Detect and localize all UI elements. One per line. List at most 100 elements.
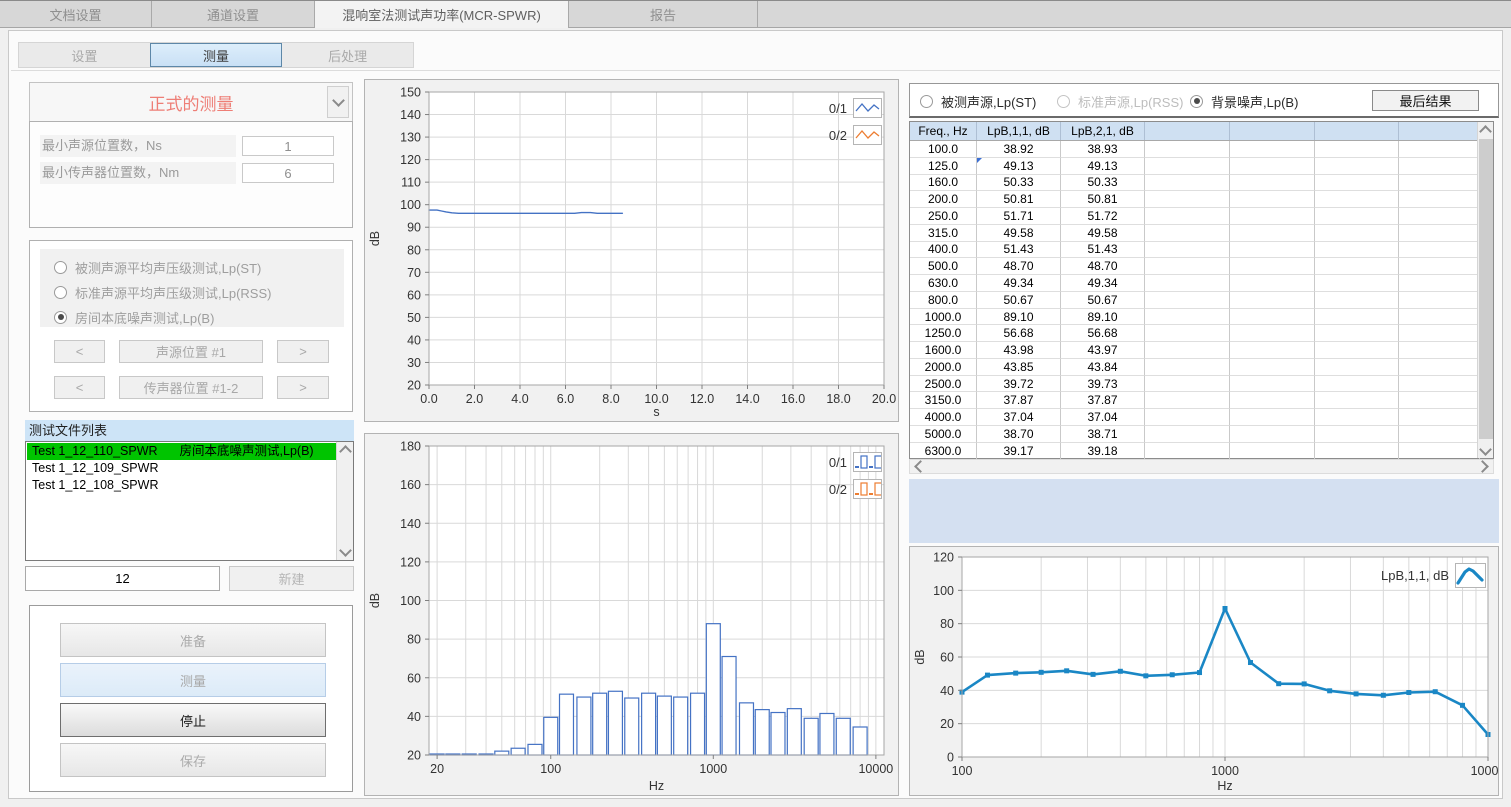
table-cell[interactable]: 39.17 — [977, 443, 1061, 460]
table-cell[interactable]: 49.58 — [1061, 225, 1145, 242]
table-cell[interactable]: 49.34 — [1061, 275, 1145, 292]
table-cell[interactable]: 43.97 — [1061, 342, 1145, 359]
table-cell[interactable] — [1315, 443, 1399, 460]
table-cell[interactable]: 1600.0 — [910, 342, 977, 359]
table-cell[interactable] — [1230, 376, 1315, 393]
table-cell[interactable] — [1315, 325, 1399, 342]
table-cell[interactable]: 48.70 — [1061, 258, 1145, 275]
nm-field-value[interactable]: 6 — [242, 163, 334, 183]
table-vscrollbar[interactable] — [1477, 122, 1493, 458]
table-cell[interactable] — [1230, 359, 1315, 376]
table-cell[interactable] — [1315, 409, 1399, 426]
table-cell[interactable] — [1230, 191, 1315, 208]
table-cell[interactable]: 37.04 — [1061, 409, 1145, 426]
table-cell[interactable] — [1315, 158, 1399, 175]
final-result-button[interactable]: 最后结果 — [1372, 90, 1479, 111]
table-cell[interactable] — [1315, 426, 1399, 443]
radio-selected-icon[interactable] — [1190, 95, 1203, 108]
table-cell[interactable] — [1315, 242, 1399, 259]
table-cell[interactable] — [1399, 141, 1480, 158]
table-cell[interactable]: 89.10 — [977, 309, 1061, 326]
tab-document-settings[interactable]: 文档设置 — [0, 1, 152, 27]
subtab-measure[interactable]: 测量 — [150, 43, 283, 67]
file-list-item[interactable]: Test 1_12_108_SPWR — [27, 477, 336, 494]
scroll-up-icon[interactable] — [337, 442, 353, 458]
result-radio-lp-st[interactable]: 被测声源,Lp(ST) — [920, 94, 1036, 108]
table-cell[interactable]: 38.70 — [977, 426, 1061, 443]
table-cell[interactable]: 56.68 — [977, 325, 1061, 342]
table-cell[interactable] — [1399, 409, 1480, 426]
table-cell[interactable]: 400.0 — [910, 242, 977, 259]
table-cell[interactable] — [1230, 258, 1315, 275]
scroll-down-icon[interactable] — [1478, 443, 1493, 458]
subtab-settings[interactable]: 设置 — [19, 43, 150, 67]
table-cell[interactable]: 51.43 — [1061, 242, 1145, 259]
table-cell[interactable]: 39.72 — [977, 376, 1061, 393]
table-cell[interactable] — [1315, 359, 1399, 376]
table-cell[interactable] — [1145, 258, 1230, 275]
table-cell[interactable] — [1145, 426, 1230, 443]
table-cell[interactable] — [1230, 158, 1315, 175]
table-cell[interactable]: 49.34 — [977, 275, 1061, 292]
table-cell[interactable] — [1230, 392, 1315, 409]
table-cell[interactable] — [1230, 325, 1315, 342]
table-hscrollbar[interactable] — [909, 459, 1494, 474]
result-radio-lp-b[interactable]: 背景噪声,Lp(B) — [1190, 94, 1298, 108]
table-cell[interactable] — [1145, 158, 1230, 175]
table-cell[interactable] — [1145, 208, 1230, 225]
table-cell[interactable] — [1315, 309, 1399, 326]
table-cell[interactable] — [1230, 141, 1315, 158]
table-cell[interactable] — [1230, 309, 1315, 326]
table-cell[interactable]: 38.93 — [1061, 141, 1145, 158]
radio-icon[interactable] — [920, 95, 933, 108]
table-cell[interactable] — [1315, 175, 1399, 192]
table-cell[interactable] — [1399, 376, 1480, 393]
table-cell[interactable]: 50.33 — [1061, 175, 1145, 192]
table-cell[interactable]: 2000.0 — [910, 359, 977, 376]
table-cell[interactable] — [1399, 342, 1480, 359]
table-cell[interactable] — [1145, 275, 1230, 292]
table-cell[interactable]: 51.72 — [1061, 208, 1145, 225]
table-cell[interactable] — [1145, 342, 1230, 359]
table-cell[interactable] — [1145, 325, 1230, 342]
table-cell[interactable] — [1145, 242, 1230, 259]
scroll-up-icon[interactable] — [1478, 122, 1493, 137]
subtab-postprocess[interactable]: 后处理 — [282, 43, 413, 67]
table-cell[interactable] — [1315, 258, 1399, 275]
measurement-mode-dropdown[interactable]: 正式的测量 — [29, 82, 353, 122]
table-cell[interactable] — [1399, 225, 1480, 242]
file-list-scrollbar[interactable] — [336, 442, 353, 560]
table-cell[interactable] — [1230, 275, 1315, 292]
table-cell[interactable]: 56.68 — [1061, 325, 1145, 342]
table-cell[interactable] — [1399, 359, 1480, 376]
table-cell[interactable]: 39.73 — [1061, 376, 1145, 393]
table-cell[interactable] — [1230, 242, 1315, 259]
result-table[interactable]: Freq., HzLpB,1,1, dBLpB,2,1, dB100.038.9… — [909, 121, 1494, 459]
table-cell[interactable] — [1315, 392, 1399, 409]
table-cell[interactable]: 2500.0 — [910, 376, 977, 393]
ns-field-value[interactable]: 1 — [242, 136, 334, 156]
file-list-item[interactable]: Test 1_12_110_SPWR房间本底噪声测试,Lp(B) — [27, 443, 336, 460]
table-cell[interactable] — [1145, 376, 1230, 393]
table-cell[interactable] — [1399, 292, 1480, 309]
table-cell[interactable]: 43.84 — [1061, 359, 1145, 376]
table-cell[interactable]: 315.0 — [910, 225, 977, 242]
table-cell[interactable] — [1399, 191, 1480, 208]
table-cell[interactable]: 200.0 — [910, 191, 977, 208]
table-cell[interactable]: 43.85 — [977, 359, 1061, 376]
table-cell[interactable] — [1145, 175, 1230, 192]
table-cell[interactable]: 50.67 — [1061, 292, 1145, 309]
table-cell[interactable] — [1315, 191, 1399, 208]
table-cell[interactable] — [1399, 275, 1480, 292]
table-cell[interactable]: 51.71 — [977, 208, 1061, 225]
table-cell[interactable] — [1230, 443, 1315, 460]
table-cell[interactable] — [1315, 208, 1399, 225]
scroll-down-icon[interactable] — [337, 544, 353, 560]
table-cell[interactable] — [1399, 392, 1480, 409]
tab-report[interactable]: 报告 — [569, 1, 758, 27]
table-cell[interactable] — [1145, 359, 1230, 376]
tab-mcr-spwr[interactable]: 混响室法测试声功率(MCR-SPWR) — [315, 1, 569, 28]
table-cell[interactable]: 39.18 — [1061, 443, 1145, 460]
table-cell[interactable]: 1250.0 — [910, 325, 977, 342]
table-cell[interactable]: 100.0 — [910, 141, 977, 158]
